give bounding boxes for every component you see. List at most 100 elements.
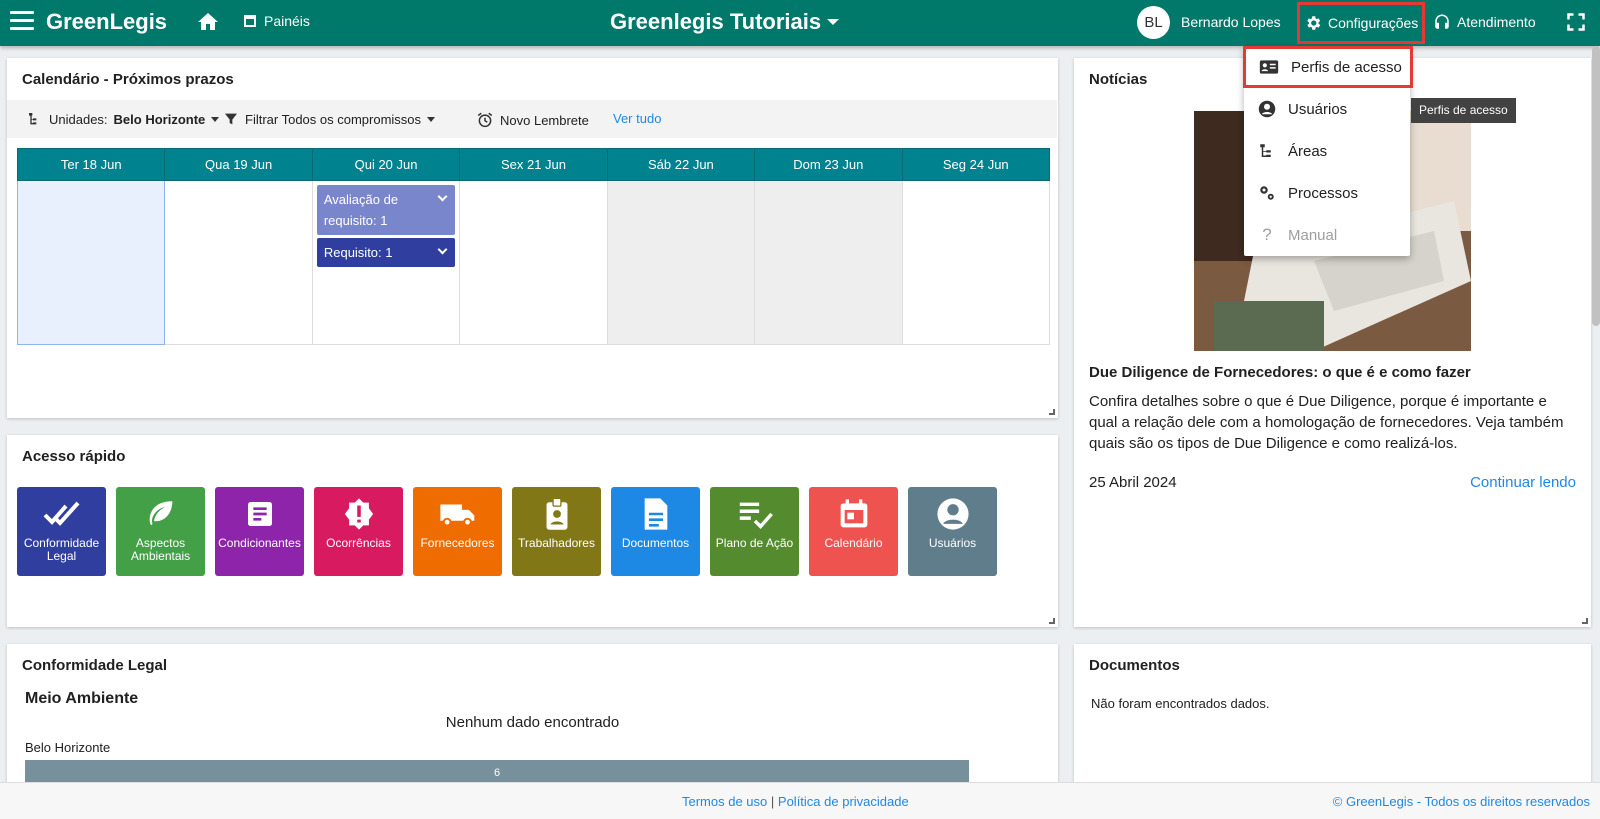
tile-calendario[interactable]: Calendário	[809, 487, 898, 576]
menu-item-label: Manual	[1288, 226, 1338, 244]
tile-label: Conformidade Legal	[23, 536, 100, 563]
event-avaliacao[interactable]: Avaliação de requisito: 1	[316, 185, 456, 235]
fullscreen-icon[interactable]	[1566, 12, 1586, 32]
tile-ocorrencias[interactable]: Ocorrências	[314, 487, 403, 576]
row-label: Belo Horizonte	[25, 740, 111, 755]
empty-message: Nenhum dado encontrado	[445, 714, 620, 731]
paineis-button[interactable]: Painéis	[244, 13, 310, 29]
terms-link[interactable]: Termos de uso	[682, 794, 767, 809]
workspace-title: Greenlegis Tutoriais	[610, 9, 822, 34]
day-header: Sáb 22 Jun	[606, 148, 756, 181]
calendar-toolbar: Unidades: Belo Horizonte Filtrar Todos o…	[7, 100, 1057, 138]
scrollbar[interactable]	[1592, 46, 1600, 326]
day-cell[interactable]	[164, 180, 313, 345]
user-circle-icon	[936, 498, 969, 530]
day-cell[interactable]	[901, 180, 1051, 345]
copyright-link[interactable]: © GreenLegis - Todos os direitos reserva…	[1333, 794, 1590, 809]
documentos-title: Documentos	[1089, 657, 1180, 674]
tile-condicionantes[interactable]: Condicionantes	[215, 487, 304, 576]
gears-icon	[1260, 186, 1274, 200]
event-label: Requisito: 1	[323, 245, 393, 260]
ver-tudo-link[interactable]: Ver tudo	[613, 111, 661, 126]
bar-value: 6	[493, 767, 501, 779]
day-header: Dom 23 Jun	[754, 148, 903, 181]
day-header: Qua 19 Jun	[164, 148, 313, 181]
atendimento-button[interactable]: Atendimento	[1433, 13, 1536, 31]
tile-label: Plano de Ação	[715, 536, 794, 550]
filter-selector[interactable]: Filtrar Todos os compromissos	[223, 111, 436, 127]
panel-icon	[244, 15, 256, 27]
caret-down-icon	[211, 116, 220, 122]
menu-item-perfis-de-acesso[interactable]: Perfis de acesso	[1243, 46, 1413, 88]
calendar-icon	[840, 499, 867, 528]
day-header: Ter 18 Jun	[16, 148, 166, 181]
menu-item-areas[interactable]: Áreas	[1244, 130, 1410, 172]
footer-links: Termos de uso | Política de privacidade	[682, 794, 909, 809]
alert-badge-icon	[344, 498, 373, 530]
conformidade-title: Conformidade Legal	[22, 657, 168, 674]
tile-conformidade-legal[interactable]: Conformidade Legal	[17, 487, 106, 576]
event-requisito[interactable]: Requisito: 1	[316, 238, 456, 267]
privacy-link[interactable]: Política de privacidade	[778, 794, 909, 809]
calendar-card: Calendário - Próximos prazos Unidades: B…	[7, 58, 1058, 418]
resize-handle[interactable]	[1582, 618, 1588, 624]
id-badge-icon	[546, 497, 567, 530]
unidades-value: Belo Horizonte	[113, 111, 206, 127]
resize-handle[interactable]	[1049, 409, 1055, 415]
atendimento-label: Atendimento	[1457, 14, 1536, 30]
news-headline[interactable]: Due Diligence de Fornecedores: o que é e…	[1089, 364, 1471, 381]
day-cell-today[interactable]	[16, 180, 166, 345]
event-label: Avaliação de requisito: 1	[323, 192, 399, 228]
tile-documentos[interactable]: Documentos	[611, 487, 700, 576]
document-icon	[644, 498, 667, 530]
configuracoes-menu: Perfis de acesso Usuários Áreas Processo…	[1243, 46, 1413, 256]
quick-access-title: Acesso rápido	[22, 448, 126, 465]
menu-icon[interactable]	[10, 11, 34, 33]
user-name[interactable]: Bernardo Lopes	[1181, 14, 1281, 30]
quick-access-card: Acesso rápido Conformidade Legal Aspecto…	[7, 435, 1058, 627]
conformidade-legal-card: Conformidade Legal Meio Ambiente Nenhum …	[7, 644, 1058, 794]
menu-item-usuarios[interactable]: Usuários	[1244, 88, 1410, 130]
day-header: Qui 20 Jun	[311, 148, 461, 181]
tile-label: Documentos	[621, 536, 690, 550]
home-icon[interactable]	[195, 10, 221, 34]
menu-item-manual[interactable]: ? Manual	[1244, 214, 1410, 256]
alarm-clock-icon	[477, 112, 493, 128]
tile-aspectos-ambientais[interactable]: Aspectos Ambientais	[116, 487, 205, 576]
tile-label: Trabalhadores	[518, 536, 595, 550]
tooltip: Perfis de acesso	[1411, 98, 1516, 123]
caret-down-icon	[827, 19, 840, 25]
workspace-selector[interactable]: Greenlegis Tutoriais	[610, 9, 840, 35]
day-cell[interactable]	[459, 180, 608, 345]
leaf-icon	[149, 501, 172, 526]
tile-plano-de-acao[interactable]: Plano de Ação	[710, 487, 799, 576]
tile-label: Condicionantes	[218, 536, 301, 550]
chevron-down-icon[interactable]	[437, 244, 448, 255]
tile-usuarios[interactable]: Usuários	[908, 487, 997, 576]
truck-icon	[439, 504, 474, 527]
day-cell[interactable]: Avaliação de requisito: 1 Requisito: 1	[311, 180, 461, 345]
day-cell-weekend[interactable]	[606, 180, 756, 345]
day-cell-weekend[interactable]	[754, 180, 903, 345]
list-doc-icon	[247, 502, 272, 526]
documentos-empty: Não foram encontrados dados.	[1091, 696, 1270, 711]
avatar[interactable]: BL	[1137, 6, 1170, 39]
calendar-week-grid: Ter 18 Jun Qua 19 Jun Qui 20 Jun Sex 21 …	[16, 148, 1051, 345]
tile-trabalhadores[interactable]: Trabalhadores	[512, 487, 601, 576]
user-circle-icon	[1258, 100, 1276, 118]
continuar-lendo-link[interactable]: Continuar lendo	[1470, 474, 1576, 491]
chevron-down-icon[interactable]	[437, 191, 448, 202]
configuracoes-button[interactable]: Configurações	[1297, 2, 1425, 44]
filter-icon	[225, 113, 237, 125]
tile-fornecedores[interactable]: Fornecedores	[413, 487, 502, 576]
menu-item-processos[interactable]: Processos	[1244, 172, 1410, 214]
paineis-label: Painéis	[264, 13, 310, 29]
resize-handle[interactable]	[1049, 618, 1055, 624]
tile-label: Aspectos Ambientais	[130, 536, 191, 563]
novo-lembrete-button[interactable]: Novo Lembrete	[476, 111, 589, 129]
unidades-selector[interactable]: Unidades: Belo Horizonte	[27, 111, 220, 127]
news-summary: Confira detalhes sobre o que é Due Dilig…	[1089, 393, 1564, 452]
tile-label: Fornecedores	[420, 536, 495, 550]
unidades-label: Unidades:	[49, 111, 108, 127]
brand-logo[interactable]: GreenLegis	[46, 9, 167, 35]
